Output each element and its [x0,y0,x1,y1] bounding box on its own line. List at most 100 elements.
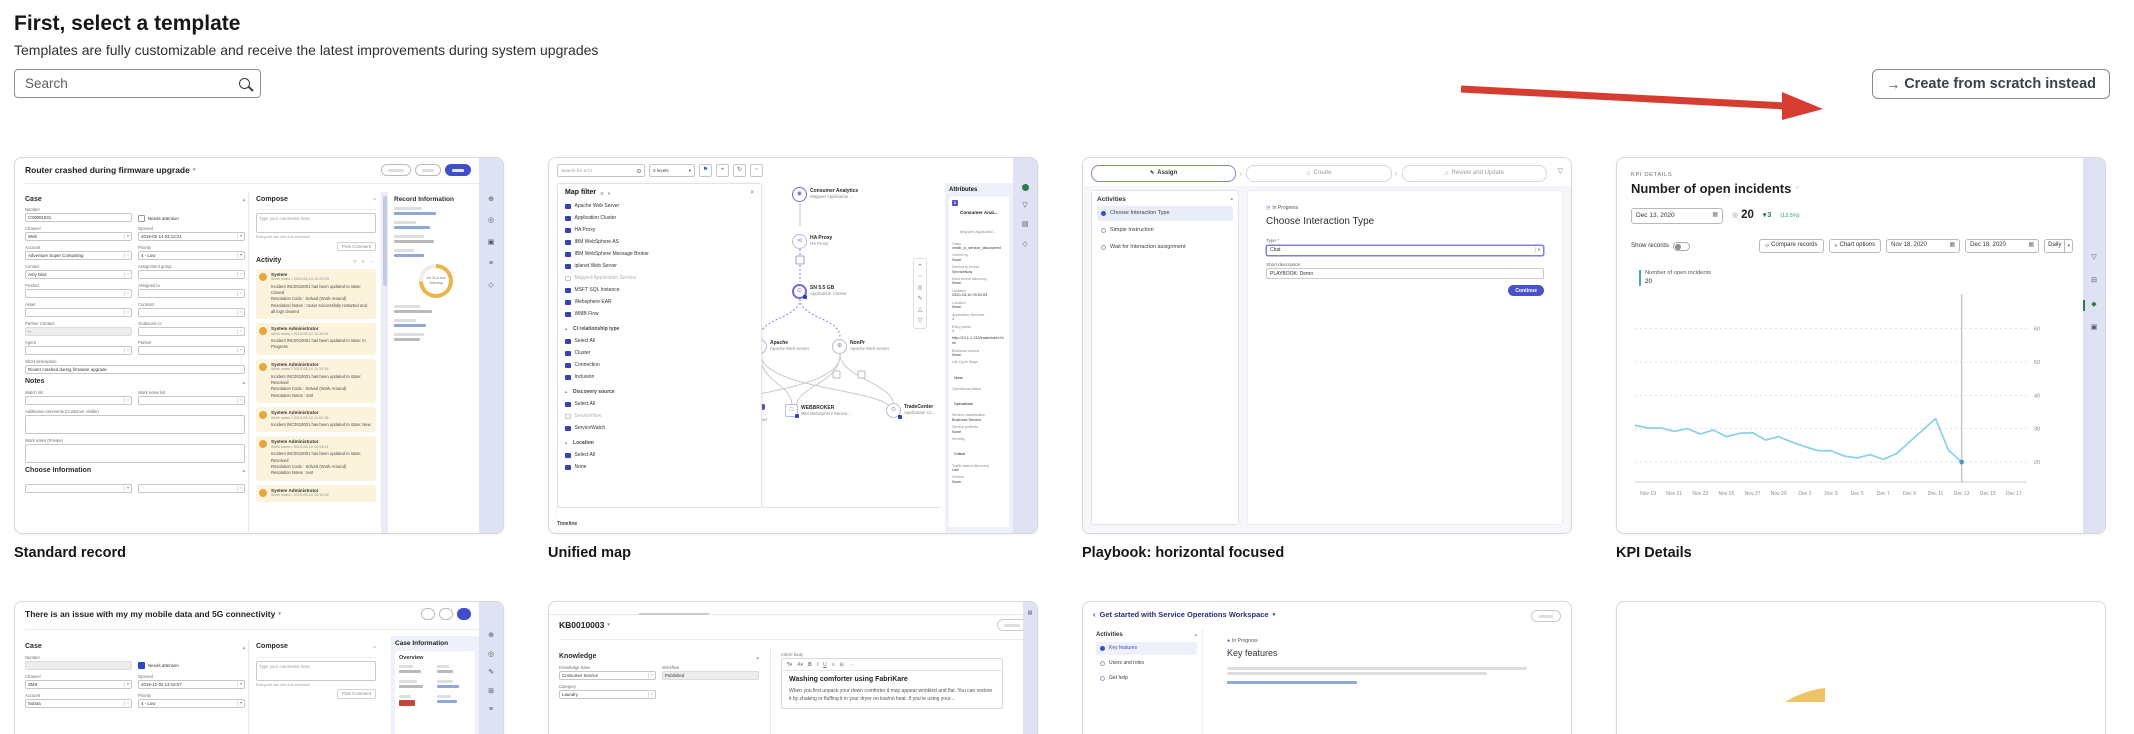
map-filter-item: Location [565,440,754,446]
mini-form-field: Outbound cc [138,321,245,336]
map-filter-item: ServiceWatch [565,425,754,431]
export-icon: ▣ [2091,324,2098,332]
mini-header-buttons [421,608,471,620]
field-deco-icon [124,291,129,296]
page-subtitle: Templates are fully customizable and rec… [14,42,598,59]
search-box[interactable] [14,69,261,98]
mini-form-field: AccountAdventure Super Computing [25,245,132,260]
mini-continue-button: Continue [1508,285,1544,296]
mini-form-field: NumberCS0001031 [25,207,132,222]
svg-text:Dec 5: Dec 5 [1851,491,1864,497]
activity-filter-icons: ▽ ≡ ⋯ [353,259,376,264]
ci-icon: A [952,200,958,206]
mini-form-field: Number [25,655,132,670]
chevron-down-icon: ▾ [607,622,610,628]
chevron-down-icon: ▾ [193,167,196,173]
close-icon: × [373,645,376,651]
add-icon: + [716,164,729,177]
mini-form-field: Needs attention [138,662,245,670]
map-filter-item: Mapped Application Service [565,275,754,281]
mini-record-title: KB0010003▾ [559,620,610,630]
template-card-guide[interactable]: ‹Get started with Service Operations Wor… [1082,601,1572,734]
kpi-sidebar: ▽ ⊟ ◆ ▣ [2083,158,2105,533]
map-filter-item: ServiceNow [565,413,754,419]
template-card-title: Standard record [14,545,504,562]
frequency-select: Daily▾ [2044,239,2073,253]
editor-toolbar: ¶▾A▾BIU≡⊞⋯ [782,659,1002,671]
template-card-standard-record[interactable]: Router crashed during firmware upgrade▾ … [14,157,504,534]
activity-entry: System AdministratorWork notes • 2019-08… [256,359,376,403]
mini-form-field: Agent [25,340,132,355]
mini-form-field: Priority4 - Low [138,245,245,260]
range-start-picker: Nov 18, 2020▦ [1886,239,1960,253]
search-icon [637,169,641,173]
mini-heading: Choose Interaction Type [1266,216,1544,228]
badge-icon [795,414,800,419]
map-sidebar: ▽ ▤ ◇ [1013,158,1037,533]
range-end-picker: Dec 18, 2020▦ [1965,239,2039,253]
field-deco-icon [124,253,129,258]
template-card-blank[interactable] [1616,601,2106,734]
mini-form-field: Product [25,283,132,298]
template-card-case[interactable]: There is an issue with my my mobile data… [14,601,504,734]
template-card-knowledge[interactable]: KB0010003▾ Knowledge▴ Knowledge baseCons… [548,601,1038,734]
template-cell-standard-record: Router crashed during firmware upgrade▾ … [14,157,504,562]
mini-comment-box: Type your comments here [256,213,376,233]
radio-icon [1100,661,1105,666]
list-icon: ≡ [489,706,493,714]
radio-icon [1101,228,1106,233]
zoom-in-icon: + [918,263,922,269]
info-icon: ○ [1795,185,1799,192]
collapse-icon: ▽ [918,318,923,324]
gear-icon: ⊙ [600,191,604,196]
flag-icon: ⚑ [699,164,712,177]
search-input[interactable] [25,76,239,91]
field-deco-icon [124,310,129,315]
svg-text:Nov 25: Nov 25 [1719,491,1735,497]
mini-timeline: Timeline [557,507,941,533]
svg-text:30: 30 [2034,427,2040,433]
share-icon: ⊲ [792,234,807,249]
mini-form-field: Priority4 - Low [138,693,245,708]
template-cell-playbook: AssignCreateReview and Update ▽ Activiti… [1082,157,1572,562]
template-card-playbook[interactable]: AssignCreateReview and Update ▽ Activiti… [1082,157,1572,534]
create-from-scratch-button[interactable]: → Create from scratch instead [1872,69,2110,99]
field-deco-icon [124,701,129,706]
mini-map-toolbar: Search for a CI 3 levels▾ ⚑ + ↻ ~ [557,164,763,177]
template-card-title: Unified map [548,545,1038,562]
svg-text:20: 20 [2034,460,2040,466]
calendar-icon: ▦ [1949,242,1955,249]
center-icon: ◎ [917,285,922,291]
mini-form-field [25,478,132,493]
template-card-unified-map[interactable]: Search for a CI 3 levels▾ ⚑ + ↻ ~ [548,157,1038,534]
mini-button [457,608,471,620]
chart-legend: Number of open incidents 20 [1639,270,1711,286]
attribute-row: Operational statusOperational [952,387,1006,411]
template-card-kpi-details[interactable]: KPI DETAILS Number of open incidents○ De… [1616,157,2106,534]
map-filter-item: Application Cluster [565,215,754,221]
map-filter-item: HA Proxy [565,227,754,233]
svg-text:Dec 3: Dec 3 [1824,491,1837,497]
edit-icon: ✎ [488,669,494,677]
clock-icon: ◎ [488,651,494,659]
mini-form-field: WorkflowPublished [662,665,759,680]
checkbox-icon [565,426,571,432]
mini-form-field: Additional comments (Customer visible) [25,409,245,434]
svg-text:Dec 15: Dec 15 [1980,491,1996,497]
mini-comment-box: Type your comments here [256,661,376,681]
step-icon [1307,170,1311,177]
article-sidebar: ▤ [1023,602,1037,734]
field-deco-icon [237,682,242,687]
print-icon: ⊟ [2091,277,2097,285]
kpi-line-chart: 2030405060Nov 19Nov 21Nov 23Nov 25Nov 27… [1629,286,2053,534]
checkbox-icon [565,264,571,270]
field-deco-icon [237,234,242,239]
attach-icon: ⊕ [488,196,494,204]
mini-form-field: Partner [138,340,245,355]
compose-icon: ▣ [488,239,495,247]
levels-select: 3 levels▾ [649,164,695,177]
attribute-row: Application Services1 [952,313,1006,322]
attribute-row: Service portfolioNone [952,425,1006,434]
checkbox-icon [565,339,571,345]
mini-heading: Key features [1227,648,1549,659]
